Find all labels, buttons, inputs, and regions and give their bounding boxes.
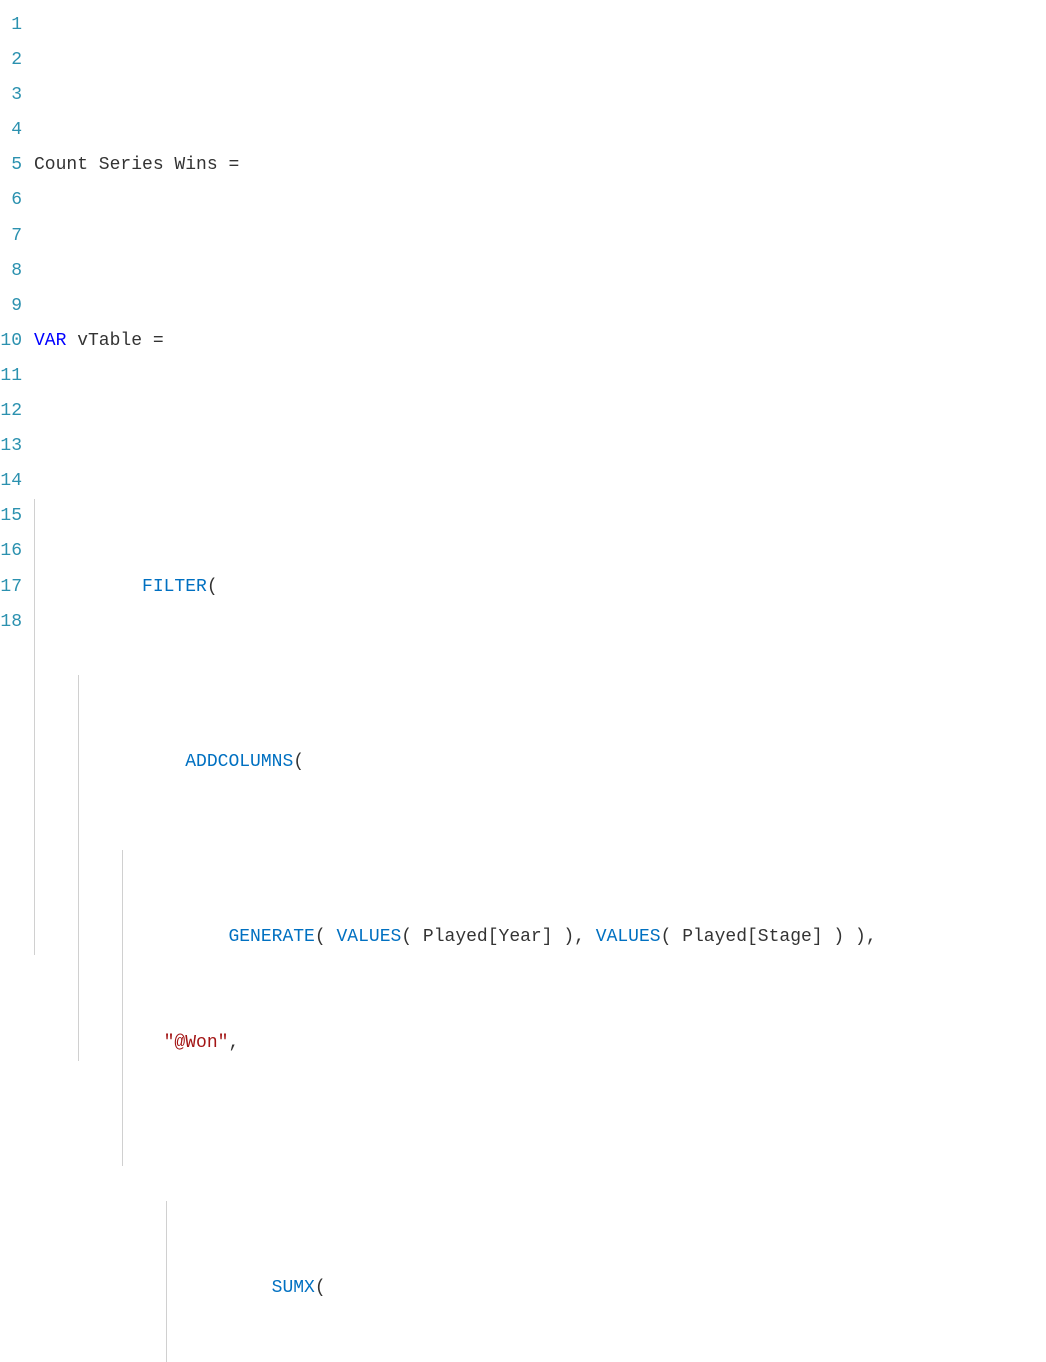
code-line[interactable]: FILTER( (34, 499, 1046, 534)
paren-open: ( (207, 577, 218, 597)
fn-values: VALUES (596, 927, 661, 947)
line-number: 2 (0, 43, 22, 78)
paren-close: ) (833, 927, 844, 947)
line-number: 3 (0, 78, 22, 113)
code-line[interactable]: "@Won", (34, 1026, 1046, 1061)
line-number: 12 (0, 394, 22, 429)
line-number: 1 (0, 8, 22, 43)
line-number: 15 (0, 499, 22, 534)
paren-open: ( (401, 927, 412, 947)
code-line[interactable]: Count Series Wins = (34, 148, 1046, 183)
code-area[interactable]: Count Series Wins = VAR vTable = FILTER(… (34, 8, 1046, 1362)
fn-filter: FILTER (142, 577, 207, 597)
line-number: 8 (0, 254, 22, 289)
line-number: 18 (0, 605, 22, 640)
code-line[interactable]: ADDCOLUMNS( (34, 675, 1046, 710)
comma: , (574, 927, 596, 947)
comma: , (228, 1033, 239, 1053)
equals: = (153, 331, 164, 351)
equals: = (228, 155, 239, 175)
line-number: 6 (0, 183, 22, 218)
keyword-var: VAR (34, 331, 66, 351)
var-name: vTable (66, 331, 152, 351)
fn-sumx: SUMX (272, 1278, 315, 1298)
line-number: 11 (0, 359, 22, 394)
line-number: 10 (0, 324, 22, 359)
line-number: 4 (0, 113, 22, 148)
line-number: 14 (0, 464, 22, 499)
code-line[interactable]: VAR vTable = (34, 324, 1046, 359)
line-number: 13 (0, 429, 22, 464)
line-number: 17 (0, 570, 22, 605)
code-line[interactable]: GENERATE( VALUES( Played[Year] ), VALUES… (34, 850, 1046, 885)
line-number: 16 (0, 534, 22, 569)
fn-generate: GENERATE (228, 927, 314, 947)
line-number: 9 (0, 289, 22, 324)
line-number-gutter: 1 2 3 4 5 6 7 8 9 10 11 12 13 14 15 16 1… (0, 8, 34, 1362)
paren-open: ( (661, 927, 672, 947)
paren-close: ) (855, 927, 866, 947)
string-literal: "@Won" (164, 1033, 229, 1053)
col-ref: Played[Stage] (671, 927, 833, 947)
paren-close: ) (563, 927, 574, 947)
line-number: 5 (0, 148, 22, 183)
code-editor[interactable]: 1 2 3 4 5 6 7 8 9 10 11 12 13 14 15 16 1… (0, 8, 1046, 1362)
fn-values: VALUES (336, 927, 401, 947)
code-line[interactable]: SUMX( (34, 1201, 1046, 1236)
measure-name: Count Series Wins (34, 155, 228, 175)
fn-addcolumns: ADDCOLUMNS (185, 752, 293, 772)
paren-open: ( (315, 1278, 326, 1298)
paren-open: ( (315, 927, 326, 947)
paren-open: ( (293, 752, 304, 772)
line-number: 7 (0, 219, 22, 254)
col-ref: Played[Year] (412, 927, 563, 947)
comma: , (866, 927, 877, 947)
